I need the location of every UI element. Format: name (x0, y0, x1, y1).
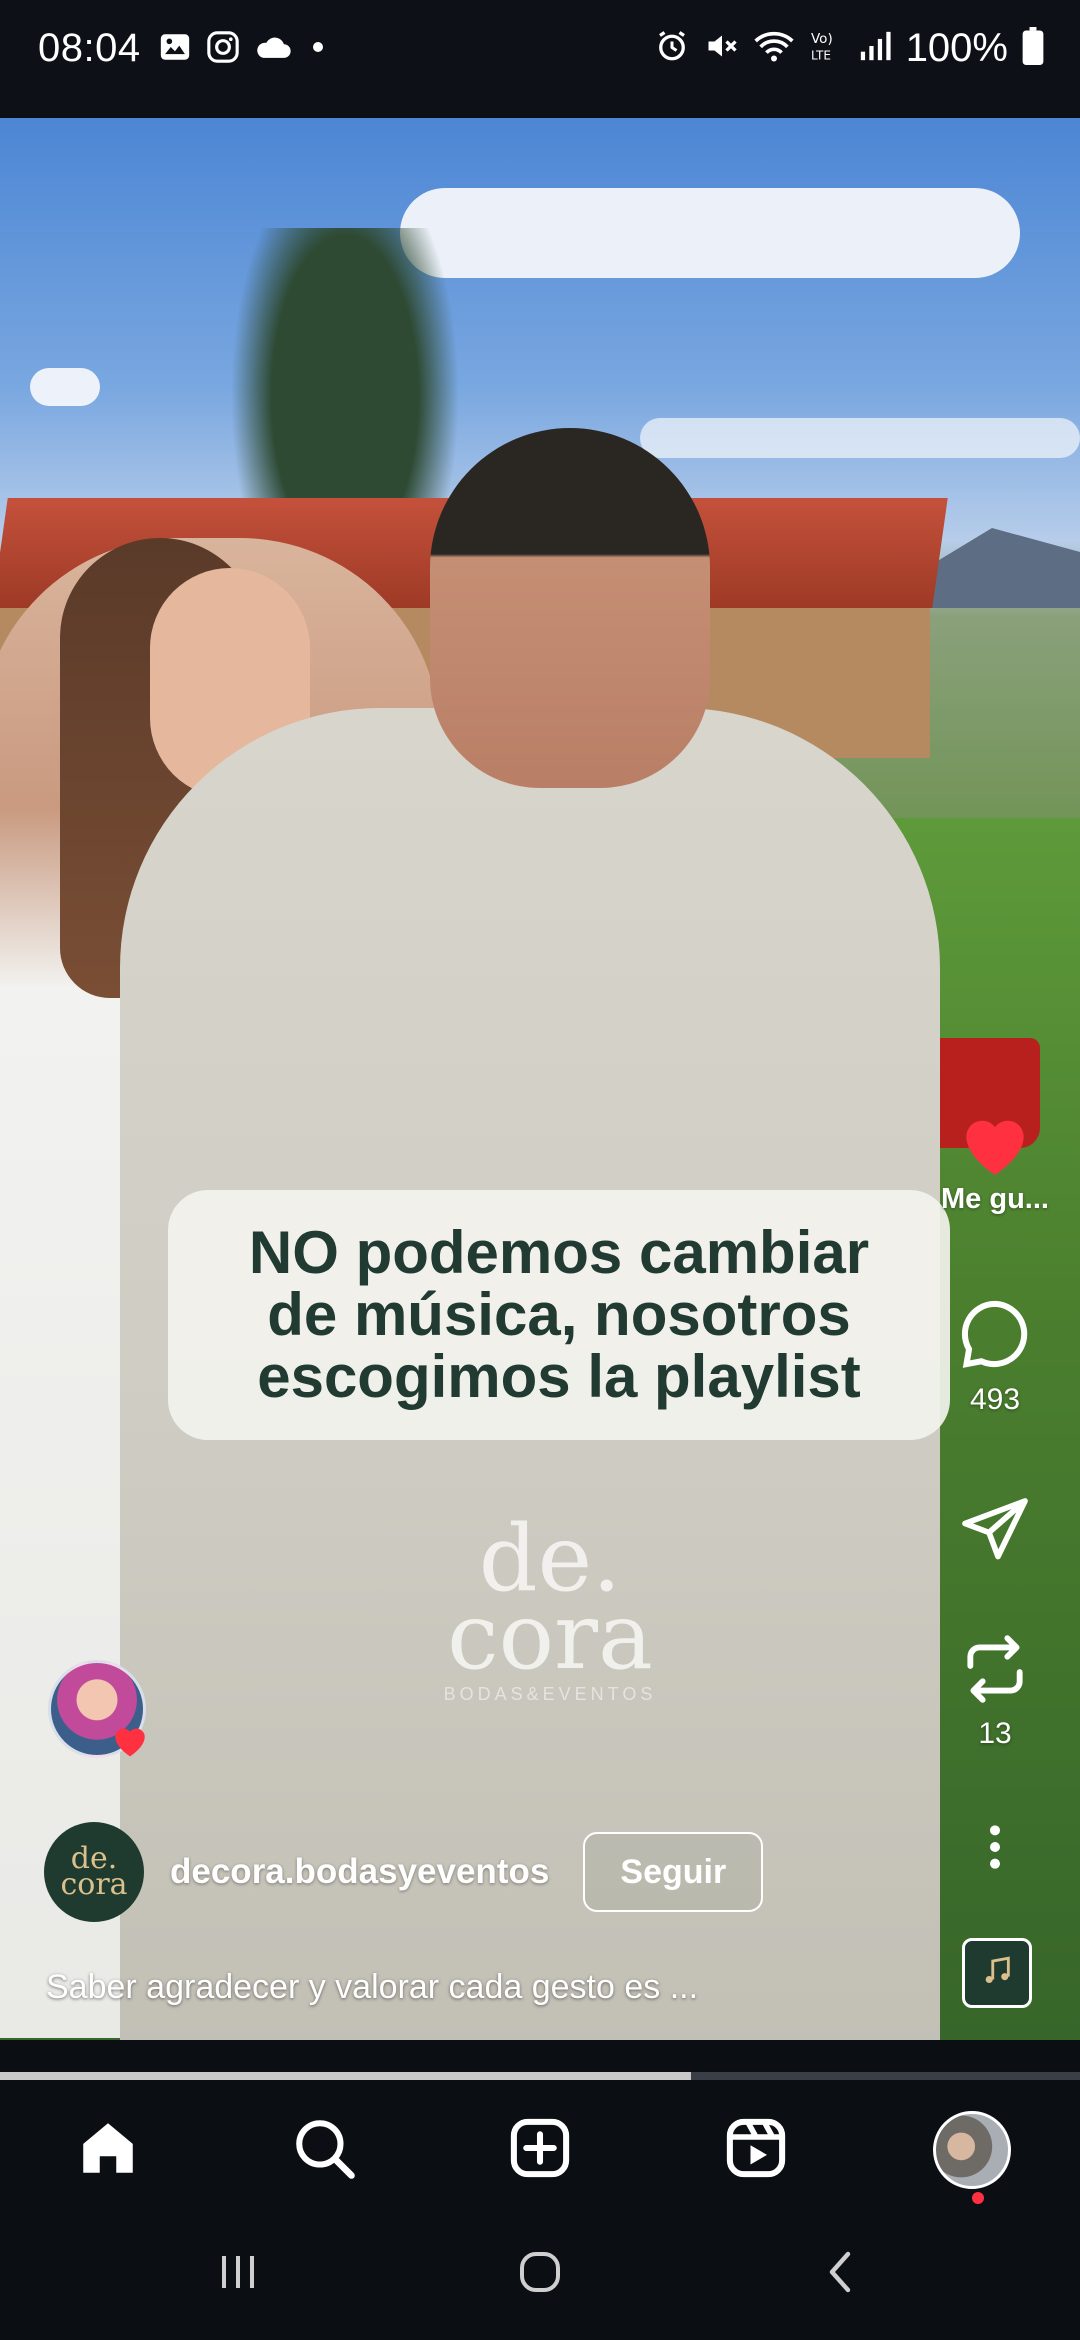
like-label: Me gu... (941, 1183, 1049, 1215)
caption-overlay: NO podemos cambiar de música, nosotros e… (168, 1190, 950, 1440)
status-right-icons: Vo) LTE 100% (654, 26, 1044, 71)
volte-icon: Vo) LTE (808, 28, 844, 69)
more-options[interactable] (940, 1822, 1050, 1877)
notification-dot (972, 2192, 984, 2204)
reel-description[interactable]: Saber agradecer y valorar cada gesto es … (46, 1968, 698, 2007)
system-nav-bar (0, 2210, 1080, 2340)
system-recents[interactable] (198, 2234, 278, 2314)
nav-create[interactable] (500, 2110, 580, 2190)
status-bar: 08:04 Vo) LTE 100% (0, 0, 1080, 118)
repost-icon[interactable] (958, 1632, 1032, 1711)
comments-count: 493 (969, 1383, 1021, 1416)
account-avatar-logo: de. cora (60, 1841, 128, 1902)
create-icon (507, 2115, 573, 2186)
cloud-shape (30, 368, 100, 406)
reel-video[interactable] (0, 118, 1080, 2040)
mute-icon (704, 28, 740, 69)
comment-action[interactable]: 493 (940, 1296, 1050, 1417)
reels-icon (723, 2115, 789, 2186)
comment-icon[interactable] (957, 1296, 1033, 1377)
svg-text:LTE: LTE (811, 49, 831, 63)
alarm-icon (654, 28, 690, 69)
caption-text: NO podemos cambiar de música, nosotros e… (248, 1219, 870, 1410)
search-icon (291, 2115, 357, 2186)
music-note-icon (980, 1954, 1014, 1993)
nav-search[interactable] (284, 2110, 364, 2190)
svg-text:Vo): Vo) (811, 31, 833, 47)
gallery-icon (158, 30, 192, 69)
reel-progress-bar[interactable] (0, 2072, 1080, 2080)
system-home[interactable] (500, 2234, 580, 2314)
follow-button[interactable]: Seguir (583, 1832, 764, 1912)
nav-home[interactable] (68, 2110, 148, 2190)
reel-progress-fill (0, 2072, 692, 2080)
wifi-icon (754, 29, 794, 68)
watermark-main: de. cora (447, 1505, 653, 1690)
battery-percent: 100% (905, 26, 1008, 70)
home-icon (75, 2115, 141, 2186)
nav-profile[interactable] (932, 2110, 1012, 2190)
instagram-icon (206, 30, 240, 69)
cloud-shape (400, 188, 1020, 278)
heart-icon[interactable] (956, 1108, 1034, 1183)
dot-icon (306, 35, 330, 64)
groom-head (430, 428, 710, 788)
status-time: 08:04 (38, 26, 141, 70)
profile-avatar (933, 2111, 1011, 2189)
cloud-icon (254, 32, 292, 67)
watermark-sub: BODAS&EVENTOS (443, 1684, 657, 1704)
account-row: de. cora decora.bodasyeventos Seguir (44, 1822, 764, 1922)
status-left-icons (158, 30, 330, 69)
system-back[interactable] (802, 2234, 882, 2314)
recents-icon (214, 2248, 262, 2301)
cloud-shape (640, 418, 1080, 458)
account-name[interactable]: decora.bodasyeventos (170, 1852, 549, 1892)
story-heart-icon (110, 1722, 150, 1763)
account-avatar[interactable]: de. cora (44, 1822, 144, 1922)
signal-icon (858, 29, 892, 68)
watermark-logo: de. cora BODAS&EVENTOS (440, 1505, 660, 1705)
nav-reels[interactable] (716, 2110, 796, 2190)
reposts-count: 13 (978, 1717, 1012, 1750)
home-circle-icon (516, 2248, 564, 2301)
back-icon (818, 2248, 866, 2301)
battery-icon (1022, 27, 1044, 70)
like-action[interactable]: Me gu... (940, 1108, 1050, 1216)
repost-action[interactable]: 13 (940, 1632, 1050, 1751)
audio-button[interactable] (962, 1938, 1032, 2008)
send-icon[interactable] (959, 1492, 1031, 1569)
more-dots-icon[interactable] (985, 1822, 1005, 1877)
bottom-nav (0, 2080, 1080, 2210)
share-action[interactable] (940, 1492, 1050, 1569)
